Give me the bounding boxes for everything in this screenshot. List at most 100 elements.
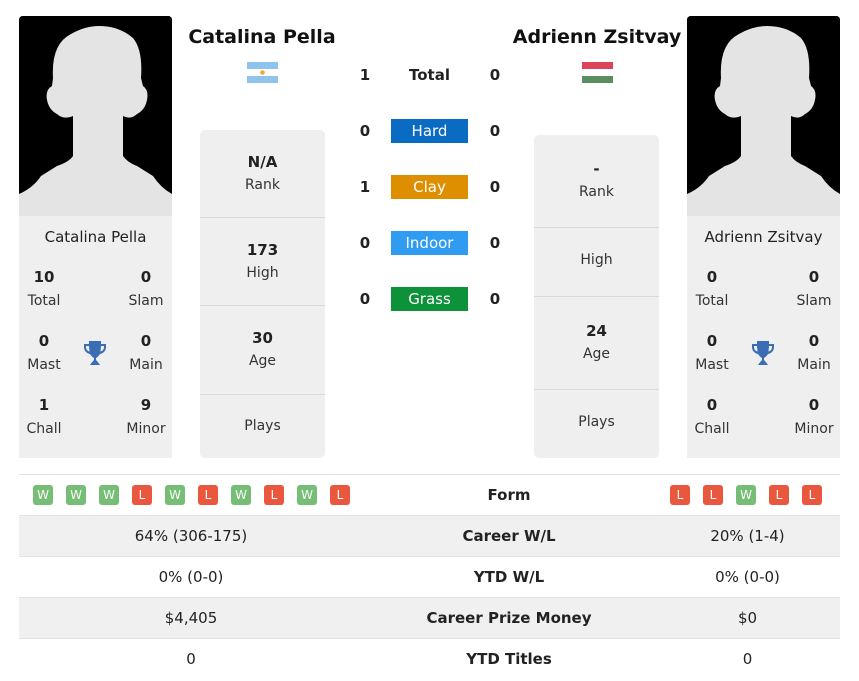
form-loss-badge[interactable]: L xyxy=(670,485,690,505)
info-age-value: 30 xyxy=(252,329,273,347)
titles-minor-value: 0 xyxy=(808,396,820,414)
table-row: $4,405 Career Prize Money $0 xyxy=(19,597,840,638)
info-plays: Plays xyxy=(534,390,659,458)
info-high-label: High xyxy=(580,252,613,268)
info-age-value: 24 xyxy=(586,322,607,340)
h2h-total-label[interactable]: Total xyxy=(391,63,468,87)
left-value: 0% (0-0) xyxy=(158,568,224,586)
right-value: 0% (0-0) xyxy=(715,568,780,586)
form-loss-badge[interactable]: L xyxy=(802,485,822,505)
row-label: Career W/L xyxy=(462,527,556,545)
titles-slam-value: 0 xyxy=(140,268,152,286)
surface-clay-badge[interactable]: Clay xyxy=(391,175,468,199)
info-age-label: Age xyxy=(582,346,611,362)
titles-minor-value: 9 xyxy=(140,396,152,414)
titles-chall-label: Chall xyxy=(694,421,730,437)
table-row: 64% (306-175) Career W/L 20% (1-4) xyxy=(19,515,840,556)
titles-minor: 0 Minor xyxy=(784,395,844,439)
form-loss-badge[interactable]: L xyxy=(769,485,789,505)
titles-mast-value: 0 xyxy=(706,332,718,350)
titles-chall-value: 0 xyxy=(706,396,718,414)
info-high-label: High xyxy=(246,265,279,281)
trophy-icon xyxy=(84,341,106,365)
info-age-label: Age xyxy=(248,353,277,369)
titles-mast-value: 0 xyxy=(38,332,50,350)
h2h-row-hard: 0 Hard 0 xyxy=(350,119,510,143)
titles-main: 0 Main xyxy=(784,331,844,375)
form-loss-badge[interactable]: L xyxy=(132,485,152,505)
player-right-titles-card: Adrienn Zsitvay 0 Total 0 Slam 0 Mast 0 Main… xyxy=(687,216,840,458)
row-label: Career Prize Money xyxy=(426,609,592,627)
right-value: 0 xyxy=(742,650,753,668)
info-rank: N/A Rank xyxy=(200,130,325,218)
form-win-badge[interactable]: W xyxy=(297,485,317,505)
form-win-badge[interactable]: W xyxy=(165,485,185,505)
h2h-total-right: 0 xyxy=(489,66,501,84)
info-high: 173 High xyxy=(200,218,325,306)
form-win-badge[interactable]: W xyxy=(99,485,119,505)
row-label: Form xyxy=(487,486,531,504)
trophy-icon xyxy=(752,341,774,365)
titles-mast-label: Mast xyxy=(27,357,61,373)
info-rank: - Rank xyxy=(534,135,659,228)
player-right-card-name[interactable]: Adrienn Zsitvay xyxy=(687,228,840,246)
player-left-form: WWWLWLWLWL xyxy=(33,485,363,505)
info-high: High xyxy=(534,228,659,297)
titles-slam-value: 0 xyxy=(808,268,820,286)
surface-grass-badge[interactable]: Grass xyxy=(391,287,468,311)
titles-main-label: Main xyxy=(797,357,831,373)
argentina-flag-icon xyxy=(247,62,278,83)
titles-mast-label: Mast xyxy=(695,357,729,373)
form-win-badge[interactable]: W xyxy=(66,485,86,505)
form-win-badge[interactable]: W xyxy=(736,485,756,505)
player-left-name[interactable]: Catalina Pella xyxy=(176,26,348,48)
info-age: 30 Age xyxy=(200,306,325,395)
silhouette-icon xyxy=(687,16,840,216)
form-win-badge[interactable]: W xyxy=(33,485,53,505)
surface-indoor-badge[interactable]: Indoor xyxy=(391,231,468,255)
titles-minor-label: Minor xyxy=(126,421,166,437)
info-plays-label: Plays xyxy=(244,418,281,434)
titles-mast: 0 Mast xyxy=(14,331,74,375)
form-loss-badge[interactable]: L xyxy=(330,485,350,505)
titles-total-value: 0 xyxy=(706,268,718,286)
left-value: 0 xyxy=(186,650,196,668)
titles-slam-label: Slam xyxy=(128,293,164,309)
player-right-photo xyxy=(687,16,840,216)
info-rank-value: N/A xyxy=(247,153,278,171)
left-value: $4,405 xyxy=(164,609,218,627)
row-label: YTD Titles xyxy=(466,650,552,668)
info-plays-label: Plays xyxy=(578,414,615,430)
player-right-info-card: - Rank High 24 Age Plays xyxy=(534,135,659,458)
titles-main-value: 0 xyxy=(140,332,152,350)
info-plays: Plays xyxy=(200,395,325,458)
titles-main-label: Main xyxy=(129,357,163,373)
right-value: $0 xyxy=(737,609,758,627)
player-left-photo xyxy=(19,16,172,216)
hungary-flag-icon xyxy=(582,62,613,83)
titles-mast: 0 Mast xyxy=(682,331,742,375)
info-rank-value: - xyxy=(593,160,600,178)
player-right-name[interactable]: Adrienn Zsitvay xyxy=(506,26,688,48)
h2h-clay-left: 1 xyxy=(359,178,371,196)
left-value: 64% (306-175) xyxy=(134,527,248,545)
table-row: 0 YTD Titles 0 xyxy=(19,638,840,679)
player-left-card-name[interactable]: Catalina Pella xyxy=(19,228,172,246)
form-loss-badge[interactable]: L xyxy=(703,485,723,505)
h2h-indoor-right: 0 xyxy=(489,234,501,252)
titles-slam: 0 Slam xyxy=(116,267,176,311)
h2h-indoor-left: 0 xyxy=(359,234,371,252)
h2h-hard-left: 0 xyxy=(359,122,371,140)
titles-chall: 0 Chall xyxy=(682,395,742,439)
info-rank-label: Rank xyxy=(579,184,614,200)
silhouette-icon xyxy=(19,16,172,216)
titles-minor: 9 Minor xyxy=(116,395,176,439)
form-win-badge[interactable]: W xyxy=(231,485,251,505)
info-rank-label: Rank xyxy=(245,177,280,193)
surface-hard-badge[interactable]: Hard xyxy=(391,119,468,143)
form-loss-badge[interactable]: L xyxy=(198,485,218,505)
h2h-row-clay: 1 Clay 0 xyxy=(350,175,510,199)
titles-total-label: Total xyxy=(27,293,61,309)
h2h-row-total: 1 Total 0 xyxy=(350,63,510,87)
form-loss-badge[interactable]: L xyxy=(264,485,284,505)
